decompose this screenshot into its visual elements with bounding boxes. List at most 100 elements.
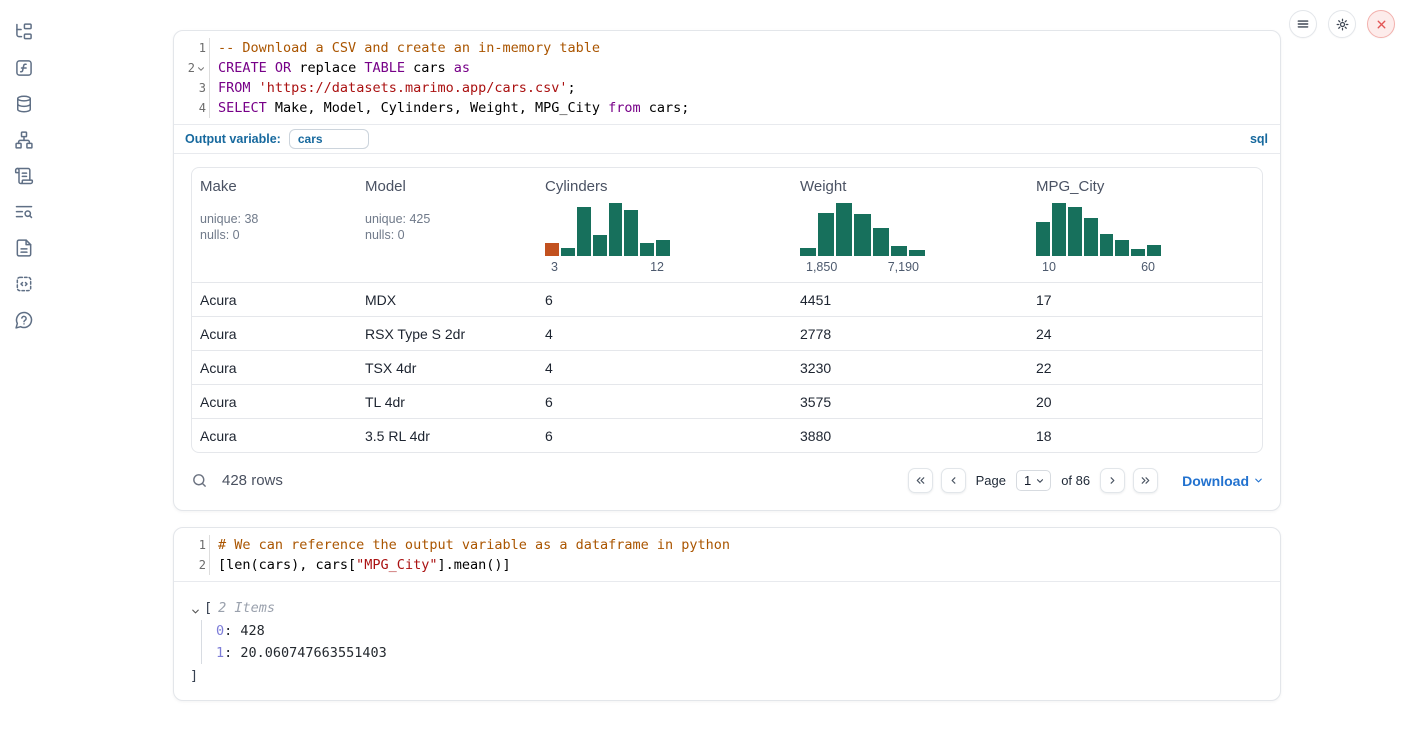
table-body: AcuraMDX6445117AcuraRSX Type S 2dr427782… [192, 282, 1262, 452]
stat-line: unique: 38 [200, 211, 349, 227]
table-footer: 428 rows Page 1 of 86 [174, 453, 1280, 510]
notebook-cells: 1 -- Download a CSV and create an in-memo… [173, 30, 1281, 701]
code-line: 3FROM 'https://datasets.marimo.app/cars.… [174, 78, 1280, 98]
column-header-make[interactable]: Makeunique: 38nulls: 0 [192, 168, 357, 282]
histogram-bar [1115, 240, 1129, 256]
menu-button[interactable] [1289, 10, 1317, 38]
close-icon [1375, 18, 1388, 31]
entry-key: 1 [216, 645, 224, 661]
token-kw: from [608, 100, 641, 116]
table-cell: 6 [537, 283, 792, 316]
table-row: AcuraRSX Type S 2dr4277824 [192, 316, 1262, 350]
table-cell: 3575 [792, 385, 1028, 418]
table-cell: 3.5 RL 4dr [357, 419, 537, 452]
column-header-cylinders[interactable]: Cylinders312 [537, 168, 792, 282]
first-page-button[interactable] [908, 468, 933, 493]
file-tree-icon[interactable] [14, 22, 34, 42]
gear-icon [1335, 17, 1350, 32]
histogram-bar [909, 250, 925, 256]
scroll-icon[interactable] [14, 166, 34, 186]
column-histogram: 1,8507,190 [800, 203, 925, 274]
table-row: AcuraTSX 4dr4323022 [192, 350, 1262, 384]
token-com: -- Download a CSV and create an in-memor… [218, 40, 600, 56]
token-plain: cars; [641, 100, 690, 116]
stat-line: nulls: 0 [200, 227, 349, 243]
document-icon[interactable] [14, 238, 34, 258]
left-sidebar [0, 0, 48, 729]
code-line: 1# We can reference the output variable … [174, 535, 1280, 555]
column-header-weight[interactable]: Weight 1,8507,190 [792, 168, 1028, 282]
histogram-axis-labels: 312 [545, 260, 670, 274]
histogram-bar [1147, 245, 1161, 256]
last-page-button[interactable] [1133, 468, 1158, 493]
table-header: Makeunique: 38nulls: 0 Model unique: 425 nu… [192, 168, 1262, 282]
token-str: "MPG_City" [356, 557, 437, 573]
tree-entries: 0: 4281: 20.060747663551403 [201, 620, 1264, 664]
text-search-icon[interactable] [14, 202, 34, 222]
axis-min-label: 3 [551, 260, 558, 274]
prev-page-button[interactable] [941, 468, 966, 493]
chevron-down-icon [1035, 476, 1045, 486]
column-header-mpg_city[interactable]: MPG_City1060 [1028, 168, 1262, 282]
download-button[interactable]: Download [1182, 473, 1264, 489]
chevron-right-icon [1106, 474, 1119, 487]
histogram-bar [624, 210, 638, 256]
database-icon[interactable] [14, 94, 34, 114]
table-cell: MDX [357, 283, 537, 316]
column-histogram: 10 60 [1036, 203, 1161, 274]
line-number: 1 [192, 38, 206, 58]
next-page-button[interactable] [1100, 468, 1125, 493]
shutdown-button[interactable] [1367, 10, 1395, 38]
histogram-bar [1084, 218, 1098, 256]
column-header-model[interactable]: Modelunique: 425nulls: 0 [357, 168, 537, 282]
snippets-icon[interactable] [14, 274, 34, 294]
entry-separator: : [224, 645, 240, 661]
token-kw: OR [275, 60, 291, 76]
code-text: SELECT Make, Model, Cylinders, Weight, M… [210, 98, 689, 118]
function-square-icon[interactable] [14, 58, 34, 78]
search-button[interactable] [190, 472, 208, 490]
sql-cell: 1 -- Download a CSV and create an in-memo… [173, 30, 1281, 511]
settings-button[interactable] [1328, 10, 1356, 38]
table-cell: 4451 [792, 283, 1028, 316]
axis-min-label: 10 [1042, 260, 1056, 274]
line-number: 2 [181, 58, 195, 78]
token-plain [267, 60, 275, 76]
sql-code-editor[interactable]: 1 -- Download a CSV and create an in-memo… [174, 31, 1280, 124]
language-badge[interactable]: sql [1250, 132, 1268, 146]
line-gutter: 4 [174, 98, 210, 118]
table-cell: TL 4dr [357, 385, 537, 418]
code-line: 2[len(cars), cars["MPG_City"].mean()] [174, 555, 1280, 575]
histogram-bars [800, 203, 925, 256]
table-cell: 22 [1028, 351, 1262, 384]
search-icon [191, 472, 208, 489]
token-plain [251, 80, 259, 96]
page-select-value: 1 [1024, 473, 1031, 488]
fold-chevron-icon[interactable] [196, 64, 206, 74]
table-cell: Acura [192, 385, 357, 418]
histogram-bar [1052, 203, 1066, 256]
stat-line: unique: 425 [365, 211, 529, 227]
close-bracket: ] [190, 666, 1264, 686]
python-code-editor[interactable]: 1# We can reference the output variable … [174, 528, 1280, 581]
histogram-bar [1131, 249, 1145, 256]
histogram-bar [818, 213, 834, 256]
page-select[interactable]: 1 [1016, 470, 1051, 491]
table-output: Makeunique: 38nulls: 0 Model unique: 425 nu… [174, 154, 1280, 453]
dependency-graph-icon[interactable] [14, 130, 34, 150]
collapse-toggle[interactable] [190, 603, 201, 614]
line-number: 3 [192, 78, 206, 98]
histogram-bar [873, 228, 889, 256]
column-name: Weight [800, 178, 1020, 195]
output-variable-label: Output variable: [185, 132, 281, 146]
entry-value: 20.060747663551403 [240, 645, 386, 661]
page-label: Page [976, 473, 1006, 488]
axis-max-label: 60 [1141, 260, 1155, 274]
histogram-bar [593, 235, 607, 256]
column-name: Model [365, 178, 529, 195]
histogram-bar [854, 214, 870, 256]
output-variable-input[interactable] [289, 129, 369, 149]
line-number: 2 [192, 555, 206, 575]
help-icon[interactable] [14, 310, 34, 330]
table-cell: Acura [192, 283, 357, 316]
